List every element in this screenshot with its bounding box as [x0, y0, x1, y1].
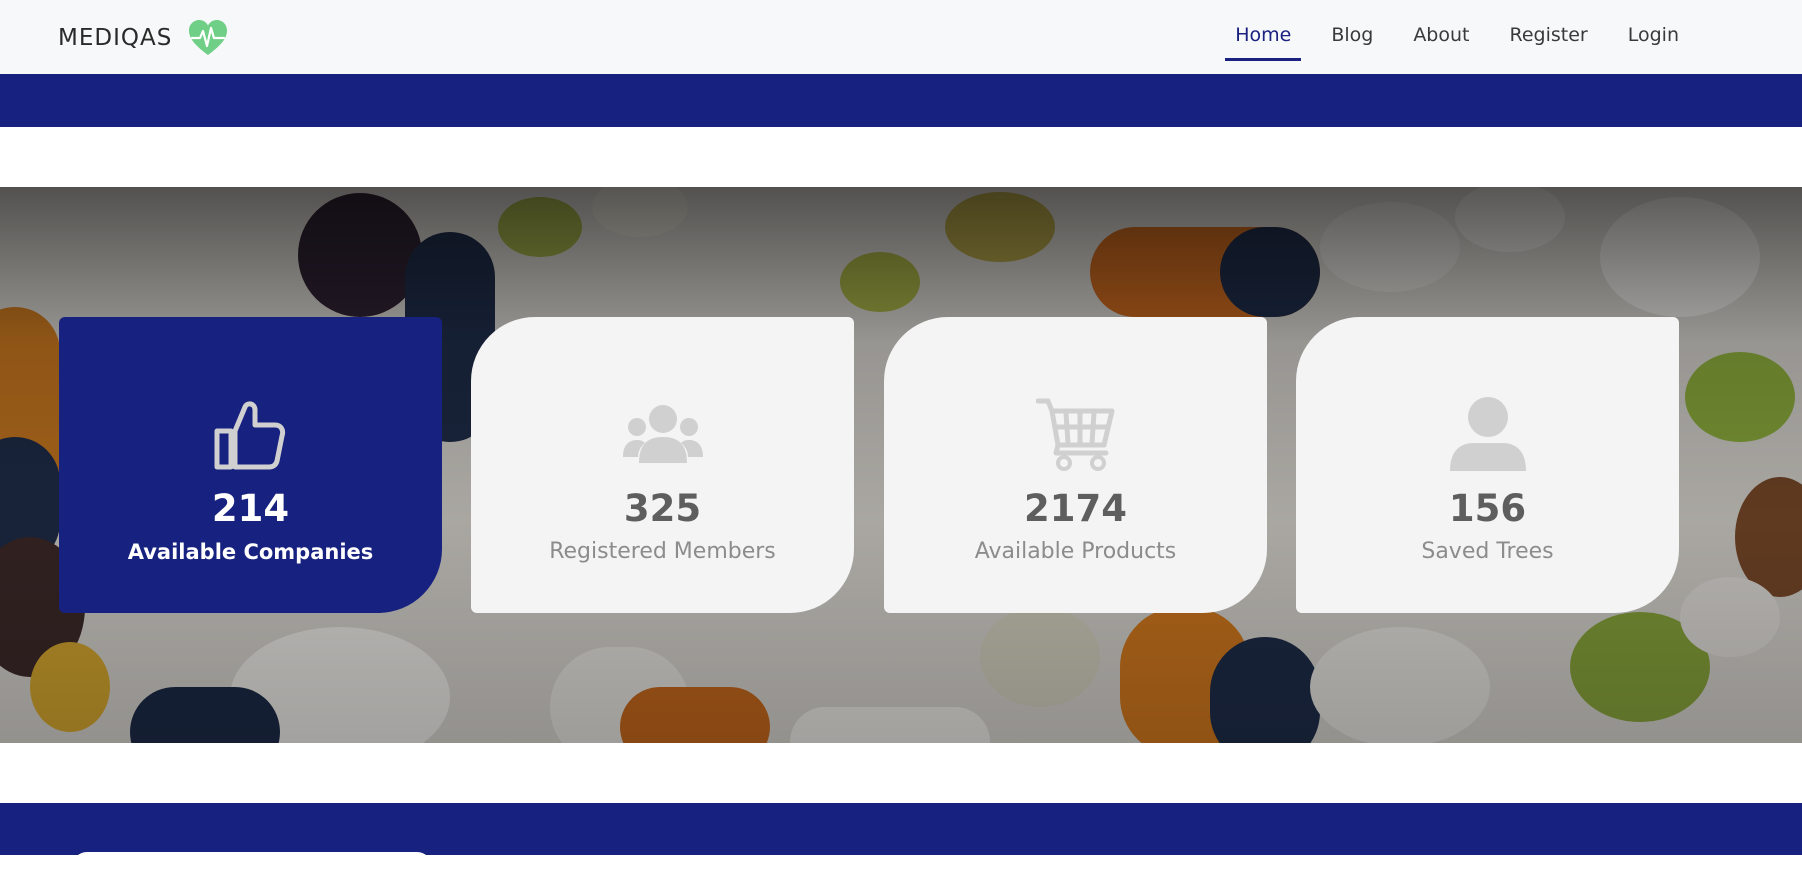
- navbar: MEDIQAS Home Blog About Register Login: [0, 0, 1802, 74]
- stat-value: 325: [623, 487, 702, 530]
- stat-label: Available Products: [974, 539, 1177, 564]
- nav-login[interactable]: Login: [1618, 20, 1689, 61]
- top-banner-band: [0, 74, 1802, 127]
- heart-pulse-icon: [189, 20, 228, 55]
- bottom-band: [0, 803, 1802, 882]
- brand-name: MEDIQAS: [58, 25, 173, 51]
- brand-logo-link[interactable]: MEDIQAS: [58, 19, 228, 57]
- stats-hero-section: 214 Available Companies 325 Registered M…: [0, 187, 1802, 743]
- stat-value: 214: [211, 487, 290, 530]
- stat-label: Available Companies: [127, 540, 374, 564]
- stat-value: 156: [1448, 487, 1527, 530]
- stat-card-trees[interactable]: 156 Saved Trees: [1296, 317, 1679, 613]
- stat-card-members[interactable]: 325 Registered Members: [471, 317, 854, 613]
- stat-card-products[interactable]: 2174 Available Products: [884, 317, 1267, 613]
- user-icon: [1449, 397, 1526, 471]
- nav-register[interactable]: Register: [1500, 20, 1598, 61]
- shopping-cart-icon: [1035, 398, 1114, 471]
- bottom-pill-shape: [72, 852, 432, 882]
- thumbs-up-icon: [214, 401, 285, 470]
- nav-blog[interactable]: Blog: [1321, 20, 1383, 61]
- stat-value: 2174: [1024, 487, 1127, 530]
- stat-card-companies[interactable]: 214 Available Companies: [59, 317, 442, 613]
- nav-about[interactable]: About: [1403, 20, 1479, 61]
- main-nav: Home Blog About Register Login: [1225, 20, 1689, 61]
- nav-home[interactable]: Home: [1225, 20, 1302, 61]
- stat-label: Registered Members: [549, 539, 776, 564]
- users-icon: [622, 405, 703, 463]
- stat-label: Saved Trees: [1421, 539, 1554, 564]
